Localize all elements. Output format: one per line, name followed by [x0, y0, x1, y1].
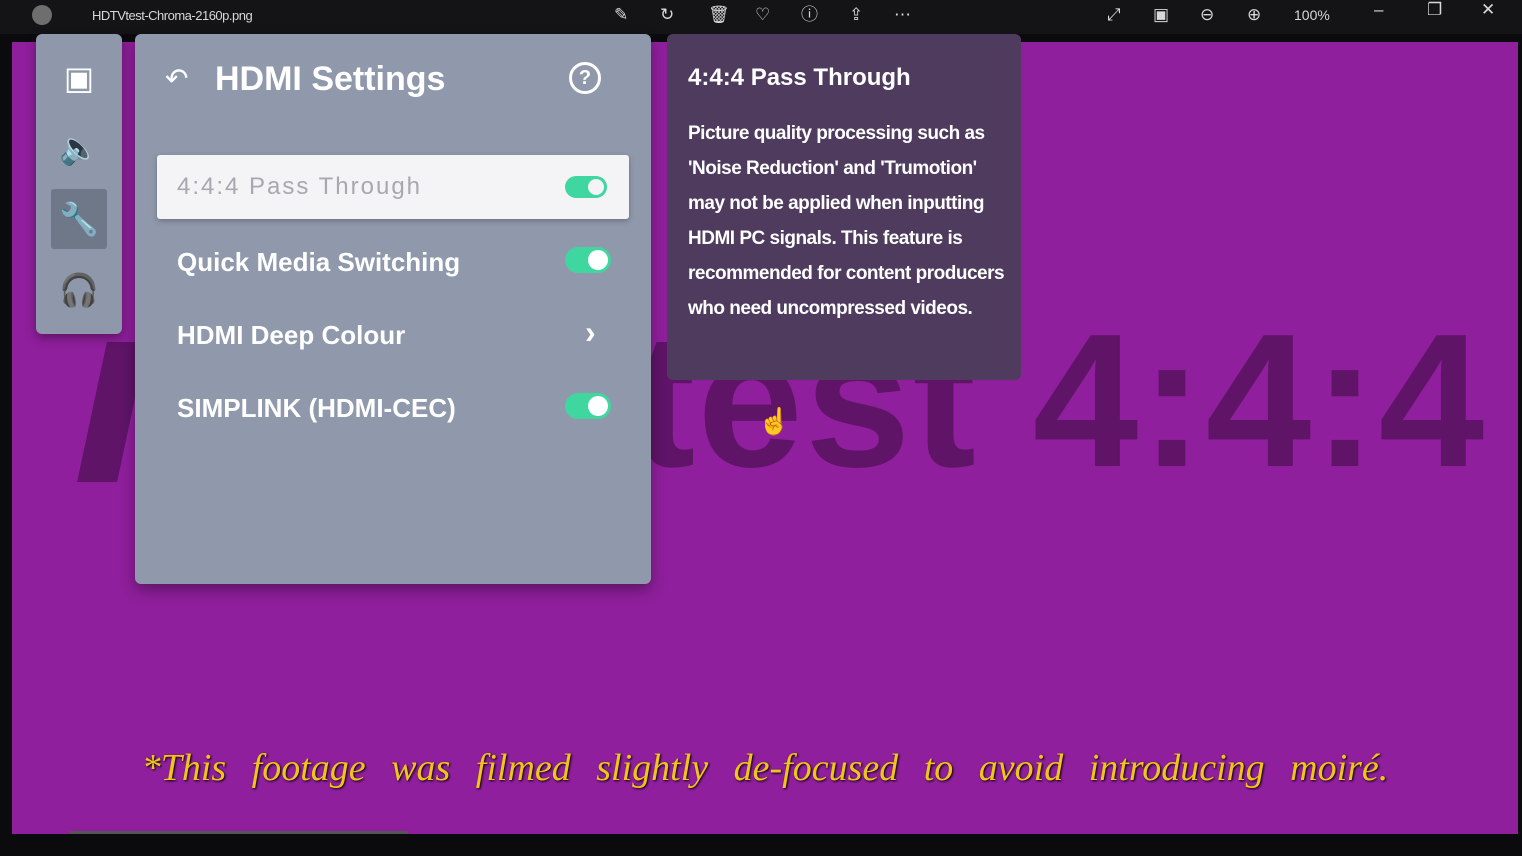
info-icon[interactable]: ⓘ: [801, 5, 818, 25]
chevron-right-icon: ›: [585, 314, 596, 350]
share-icon[interactable]: ⇪: [849, 5, 863, 25]
help-tooltip: 4:4:4 Pass Through Picture quality proce…: [667, 34, 1021, 380]
setting-label: Quick Media Switching: [177, 247, 461, 277]
zoom-in-icon[interactable]: ⊕: [1247, 5, 1261, 25]
minimize-icon[interactable]: –: [1374, 0, 1383, 20]
hdmi-settings-panel: ↶ HDMI Settings ? 4:4:4 Pass Through Qui…: [135, 34, 651, 584]
edit-icon[interactable]: ✎: [614, 5, 628, 25]
title-bar: HDTVtest-Chroma-2160p.png ✎ ↻ 🗑 ♡ ⓘ ⇪ ⋯ …: [0, 0, 1522, 34]
video-caption: *This footage was filmed slightly de-foc…: [141, 747, 1389, 789]
zoom-level[interactable]: 100%: [1294, 7, 1330, 23]
toggle-switch[interactable]: [565, 176, 607, 198]
restore-icon[interactable]: ❐: [1427, 0, 1442, 20]
support-headset-icon[interactable]: 🎧: [51, 260, 107, 320]
zoom-out-icon[interactable]: ⊖: [1200, 5, 1214, 25]
setting-label: SIMPLINK (HDMI-CEC): [177, 393, 456, 423]
sound-icon[interactable]: 🔈: [51, 118, 107, 178]
delete-icon[interactable]: 🗑: [708, 5, 730, 25]
file-name: HDTVtest-Chroma-2160p.png: [92, 8, 253, 23]
setting-label: HDMI Deep Colour: [177, 320, 406, 350]
back-icon[interactable]: ↶: [165, 62, 188, 95]
toggle-switch[interactable]: [565, 247, 611, 273]
rotate-icon[interactable]: ↻: [660, 5, 674, 25]
fullscreen-icon[interactable]: ⤢: [1107, 5, 1121, 25]
settings-category-rail: ▣ 🔈 🔧 🎧: [36, 34, 122, 334]
setting-row-hdmi-deep-colour[interactable]: HDMI Deep Colour ›: [157, 302, 629, 366]
app-icon: [32, 5, 52, 25]
setting-label: 4:4:4 Pass Through: [177, 173, 423, 200]
pointer-cursor-icon: ☝: [758, 406, 791, 436]
favorite-icon[interactable]: ♡: [755, 5, 770, 25]
general-wrench-icon[interactable]: 🔧: [51, 189, 107, 249]
scrollbar[interactable]: [70, 831, 408, 834]
picture-icon[interactable]: ▣: [51, 48, 107, 108]
help-icon[interactable]: ?: [569, 62, 601, 94]
more-icon[interactable]: ⋯: [894, 5, 911, 25]
page-title: HDMI Settings: [215, 60, 446, 98]
tooltip-title: 4:4:4 Pass Through: [688, 64, 911, 91]
tooltip-body: Picture quality processing such as 'Nois…: [688, 123, 1005, 319]
slideshow-icon[interactable]: ▣: [1153, 5, 1169, 25]
setting-row-quick-media-switching[interactable]: Quick Media Switching: [157, 229, 629, 293]
setting-row-simplink[interactable]: SIMPLINK (HDMI-CEC): [157, 375, 629, 439]
toggle-switch[interactable]: [565, 393, 611, 419]
setting-row-444-pass-through[interactable]: 4:4:4 Pass Through: [157, 155, 629, 219]
close-icon[interactable]: ✕: [1481, 0, 1495, 20]
